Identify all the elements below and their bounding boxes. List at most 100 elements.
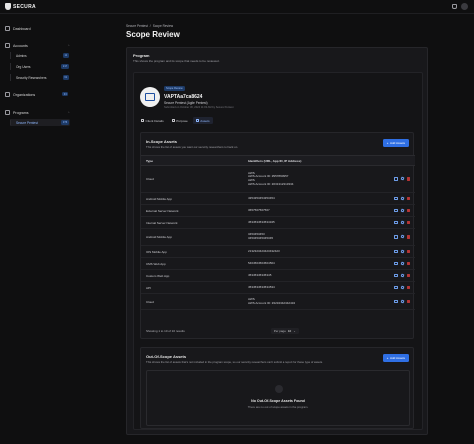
- sidebar-item-admins[interactable]: Admins 11: [10, 52, 70, 59]
- eye-icon[interactable]: [394, 196, 398, 201]
- sidebar: Dashboard Accounts ⌃ Admins 11 Org Users…: [0, 14, 76, 444]
- program-name: Secure Pentest (Agile Pentest): [164, 101, 208, 105]
- asset-type: CMS Web App: [141, 257, 243, 270]
- asset-type: API: [141, 281, 243, 294]
- breadcrumb: Secure Pentest / Scope Review: [126, 24, 174, 28]
- program-avatar: [140, 87, 160, 107]
- eye-icon[interactable]: [394, 285, 398, 290]
- pencil-icon[interactable]: [400, 234, 405, 240]
- trash-icon[interactable]: [406, 235, 410, 239]
- dashboard-icon: [5, 26, 10, 31]
- pencil-icon[interactable]: [400, 273, 405, 278]
- in-scope-subtitle: This shows the list of assets you want o…: [146, 145, 239, 149]
- add-out-scope-assets-button[interactable]: + Add Assets: [382, 354, 409, 362]
- asset-identifier: 3657567567567: [248, 207, 270, 212]
- add-assets-button[interactable]: + Add Assets: [382, 139, 409, 147]
- trash-icon[interactable]: [406, 285, 410, 290]
- pencil-icon[interactable]: [400, 176, 405, 182]
- asset-type: Cloud: [141, 293, 243, 310]
- building-icon: [5, 92, 10, 97]
- avatar[interactable]: [461, 3, 468, 10]
- count-badge: 217: [61, 64, 69, 69]
- trash-icon[interactable]: [406, 249, 410, 254]
- eye-icon[interactable]: [394, 299, 398, 304]
- empty-box-icon: [275, 385, 283, 393]
- pencil-icon[interactable]: [400, 299, 405, 304]
- chevron-up-icon[interactable]: ⌃: [67, 44, 70, 48]
- tab-bar: Client Details Purpose Assets: [138, 117, 213, 124]
- table-row: Cloud AWS AWS Account ID: #4234342342434: [141, 293, 415, 310]
- pencil-icon[interactable]: [400, 249, 405, 254]
- asset-type: IOS Mobile App: [141, 245, 243, 258]
- pencil-icon[interactable]: [400, 196, 405, 201]
- asset-type: Internal Server Network: [141, 216, 243, 229]
- eye-icon[interactable]: [394, 273, 398, 278]
- row-actions: [375, 269, 415, 282]
- sidebar-group-accounts[interactable]: Accounts: [5, 43, 71, 48]
- asset-identifier: AWS Account ID: #4234342342434: [248, 300, 296, 305]
- asset-identifiers: 2132323423423432423: [243, 245, 375, 258]
- chevron-down-icon: ⌄: [293, 329, 296, 333]
- trash-icon[interactable]: [406, 273, 410, 278]
- asset-identifiers: 45345345345345: [243, 269, 375, 282]
- row-actions: [375, 228, 415, 246]
- pencil-icon[interactable]: [400, 285, 405, 290]
- users-icon: [5, 43, 10, 48]
- asset-identifiers: AWS AWS Account ID: #4234342342434: [243, 293, 375, 310]
- table-row: CMS Web App 5464564564564564: [141, 257, 415, 270]
- row-actions: [375, 192, 415, 205]
- bell-icon[interactable]: [452, 4, 457, 9]
- sidebar-item-secure-pentest[interactable]: Secure Pentest 376: [10, 119, 70, 126]
- count-badge: 376: [61, 120, 69, 125]
- count-badge: 61: [62, 75, 69, 80]
- column-header-type: Type: [141, 155, 243, 166]
- tab-client-details[interactable]: Client Details: [138, 117, 167, 124]
- eye-icon[interactable]: [394, 177, 398, 181]
- page-title: Scope Review: [126, 30, 180, 39]
- sidebar-item-org-users[interactable]: Org Users 217: [10, 63, 70, 70]
- plus-icon: +: [386, 141, 389, 145]
- sidebar-item-security-researchers[interactable]: Security Researchers 61: [10, 74, 70, 81]
- pencil-icon[interactable]: [400, 220, 405, 225]
- sidebar-item-dashboard[interactable]: Dashboard: [5, 26, 31, 31]
- status-badge: Scope Review: [164, 86, 185, 91]
- results-summary: Showing 1 to 10 of 10 results: [146, 329, 185, 333]
- tab-assets[interactable]: Assets: [192, 117, 213, 124]
- trash-icon[interactable]: [406, 299, 410, 304]
- trash-icon[interactable]: [406, 196, 410, 201]
- eye-icon[interactable]: [394, 235, 398, 239]
- asset-type: Android Mobile App: [141, 192, 243, 205]
- breadcrumb-current: Scope Review: [152, 24, 174, 28]
- box-icon: [195, 119, 199, 122]
- pencil-icon[interactable]: [400, 261, 405, 266]
- pencil-icon[interactable]: [400, 208, 405, 213]
- table-row: Android Mobile App 3453453453 345345345345…: [141, 228, 415, 246]
- row-actions: [375, 293, 415, 310]
- asset-identifiers: 4354353454353454: [243, 192, 375, 205]
- chevron-up-icon[interactable]: ⌃: [67, 111, 70, 115]
- logo[interactable]: SECURA: [5, 3, 36, 10]
- trash-icon[interactable]: [406, 177, 410, 181]
- trash-icon[interactable]: [406, 220, 410, 225]
- eye-icon[interactable]: [394, 220, 398, 225]
- empty-state-subtitle: There are no out of scope assets in the …: [247, 405, 309, 409]
- breadcrumb-root[interactable]: Secure Pentest: [126, 24, 148, 28]
- tab-purpose[interactable]: Purpose: [169, 117, 191, 124]
- sidebar-group-programs[interactable]: Programs: [5, 110, 29, 115]
- eye-icon[interactable]: [394, 249, 398, 254]
- trash-icon[interactable]: [406, 208, 410, 213]
- trash-icon[interactable]: [406, 261, 410, 266]
- table-row: Android Mobile App 4354353454353454: [141, 192, 415, 205]
- in-scope-section: In-Scope Assets This shows the list of a…: [140, 132, 415, 339]
- assets-table: Type Identifiers (URL, App ID, IP Addres…: [141, 155, 415, 310]
- per-page-select[interactable]: Per page 10 ⌄: [270, 328, 299, 334]
- briefcase-icon: [145, 93, 155, 101]
- eye-icon[interactable]: [394, 261, 398, 266]
- table-header-row: Type Identifiers (URL, App ID, IP Addres…: [141, 155, 415, 166]
- asset-identifiers: AWS AWS Account ID: #957860957 AWS AWS Acco…: [243, 165, 375, 193]
- table-row: External Server Network 3657567567567: [141, 204, 415, 217]
- eye-icon[interactable]: [394, 208, 398, 213]
- column-header-identifiers: Identifiers (URL, App ID, IP Address): [243, 155, 375, 166]
- program-meta: Submitted on October 30, 2024 11:03 AM b…: [164, 106, 234, 109]
- asset-identifier: 4354353454353454: [248, 195, 275, 200]
